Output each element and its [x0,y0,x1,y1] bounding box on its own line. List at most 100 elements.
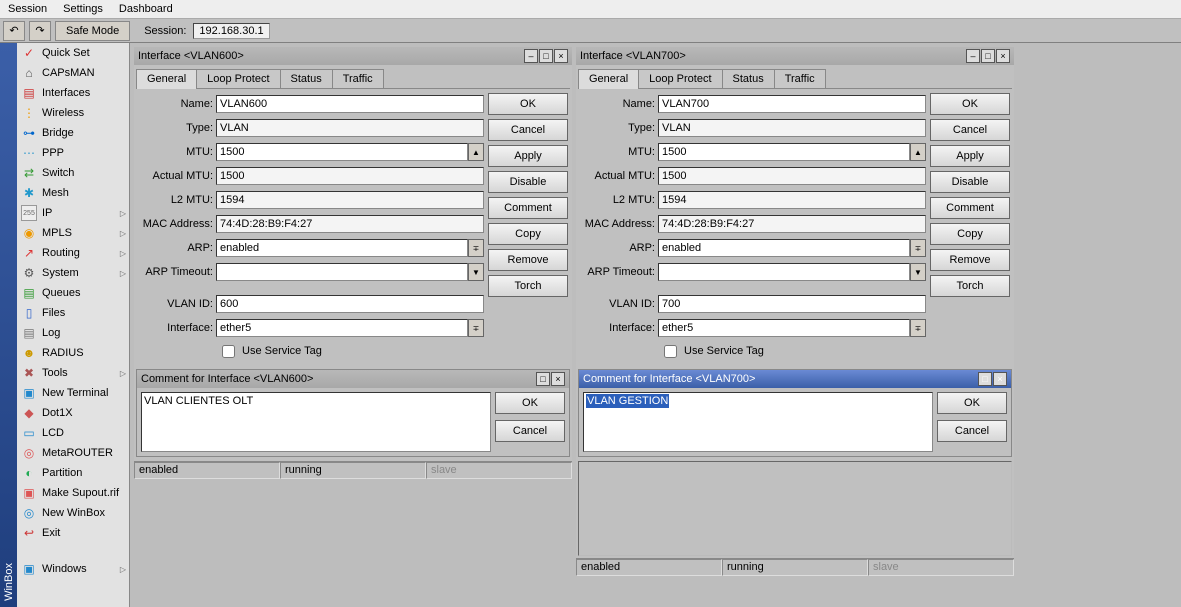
safe-mode-button[interactable]: Safe Mode [55,21,130,41]
sidebar-item-ppp[interactable]: ⋯PPP [17,143,129,163]
sidebar-item-log[interactable]: ▤Log [17,323,129,343]
close-icon[interactable]: × [551,372,565,386]
field-input[interactable] [658,95,926,113]
comment-cancel-button[interactable]: Cancel [495,420,565,442]
menu-dashboard[interactable]: Dashboard [111,1,181,17]
field-input[interactable] [658,263,910,281]
maximize-icon[interactable]: □ [978,372,992,386]
apply-button[interactable]: Apply [930,145,1010,167]
comment-button[interactable]: Comment [930,197,1010,219]
field-input[interactable] [658,295,926,313]
ok-button[interactable]: OK [488,93,568,115]
tab-loop-protect[interactable]: Loop Protect [196,69,280,88]
sidebar-item-bridge[interactable]: ⊶Bridge [17,123,129,143]
sidebar-item-ip[interactable]: 255IP▷ [17,203,129,223]
tab-loop-protect[interactable]: Loop Protect [638,69,722,88]
sidebar-item-exit[interactable]: ↩Exit [17,523,129,543]
sidebar-item-mesh[interactable]: ✱Mesh [17,183,129,203]
sidebar-item-make-supout-rif[interactable]: ▣Make Supout.rif [17,483,129,503]
title-bar[interactable]: Interface <VLAN600> – □ × [134,47,572,65]
cancel-button[interactable]: Cancel [488,119,568,141]
dropdown-icon[interactable]: ▲ [910,143,926,161]
dropdown-icon[interactable]: ∓ [468,239,484,257]
sidebar-item-new-terminal[interactable]: ▣New Terminal [17,383,129,403]
maximize-icon[interactable]: □ [539,49,553,63]
close-icon[interactable]: × [996,49,1010,63]
tab-traffic[interactable]: Traffic [332,69,384,88]
sidebar-item-quick-set[interactable]: ✓Quick Set [17,43,129,63]
sidebar-item-switch[interactable]: ⇄Switch [17,163,129,183]
close-icon[interactable]: × [554,49,568,63]
sidebar-item-routing[interactable]: ↗Routing▷ [17,243,129,263]
title-bar[interactable]: Interface <VLAN700> – □ × [576,47,1014,65]
sidebar-item-windows[interactable]: ▣Windows▷ [17,559,129,579]
comment-cancel-button[interactable]: Cancel [937,420,1007,442]
comment-title-bar[interactable]: Comment for Interface <VLAN600> □ × [137,370,569,388]
sidebar-item-capsman[interactable]: ⌂CAPsMAN [17,63,129,83]
field-input[interactable] [658,143,910,161]
tab-general[interactable]: General [136,69,197,89]
maximize-icon[interactable]: □ [536,372,550,386]
sidebar-item-mpls[interactable]: ◉MPLS▷ [17,223,129,243]
tab-status[interactable]: Status [280,69,333,88]
apply-button[interactable]: Apply [488,145,568,167]
comment-ok-button[interactable]: OK [495,392,565,414]
comment-ok-button[interactable]: OK [937,392,1007,414]
field-input [216,215,484,233]
disable-button[interactable]: Disable [930,171,1010,193]
minimize-icon[interactable]: – [524,49,538,63]
sidebar-item-metarouter[interactable]: ◎MetaROUTER [17,443,129,463]
sidebar-item-partition[interactable]: ◐Partition [17,463,129,483]
tab-status[interactable]: Status [722,69,775,88]
minimize-icon[interactable]: – [966,49,980,63]
menu-settings[interactable]: Settings [55,1,111,17]
torch-button[interactable]: Torch [930,275,1010,297]
sidebar-item-wireless[interactable]: ⋮Wireless [17,103,129,123]
tab-traffic[interactable]: Traffic [774,69,826,88]
disable-button[interactable]: Disable [488,171,568,193]
torch-button[interactable]: Torch [488,275,568,297]
ok-button[interactable]: OK [930,93,1010,115]
cancel-button[interactable]: Cancel [930,119,1010,141]
field-input[interactable] [216,263,468,281]
menu-session[interactable]: Session [0,1,55,17]
field-input[interactable] [216,295,484,313]
field-input[interactable] [216,319,468,337]
sidebar-item-new-winbox[interactable]: ◎New WinBox [17,503,129,523]
comment-textarea[interactable] [141,392,491,452]
sidebar-item-dot1x[interactable]: ◆Dot1X [17,403,129,423]
sidebar-item-files[interactable]: ▯Files [17,303,129,323]
dropdown-icon[interactable]: ▲ [468,143,484,161]
field-input[interactable] [216,143,468,161]
sidebar-item-radius[interactable]: ☻RADIUS [17,343,129,363]
tab-general[interactable]: General [578,69,639,89]
field-input[interactable] [216,95,484,113]
remove-button[interactable]: Remove [930,249,1010,271]
dropdown-icon[interactable]: ▼ [468,263,484,281]
use-service-tag-checkbox[interactable] [664,345,677,358]
field-input[interactable] [216,239,468,257]
copy-button[interactable]: Copy [488,223,568,245]
field-input[interactable] [658,319,910,337]
sidebar-item-system[interactable]: ⚙System▷ [17,263,129,283]
field-input[interactable] [658,239,910,257]
comment-title-bar[interactable]: Comment for Interface <VLAN700> □ × [579,370,1011,388]
dropdown-icon[interactable]: ∓ [910,319,926,337]
sidebar-item-lcd[interactable]: ▭LCD [17,423,129,443]
submenu-indicator-icon: ▷ [120,229,126,238]
comment-button[interactable]: Comment [488,197,568,219]
sidebar-item-tools[interactable]: ✖Tools▷ [17,363,129,383]
sidebar-item-queues[interactable]: ▤Queues [17,283,129,303]
copy-button[interactable]: Copy [930,223,1010,245]
dropdown-icon[interactable]: ▼ [910,263,926,281]
redo-button[interactable]: ↷ [29,21,51,41]
dropdown-icon[interactable]: ∓ [468,319,484,337]
undo-button[interactable]: ↶ [3,21,25,41]
sidebar-item-interfaces[interactable]: ▤Interfaces [17,83,129,103]
use-service-tag-checkbox[interactable] [222,345,235,358]
dropdown-icon[interactable]: ∓ [910,239,926,257]
remove-button[interactable]: Remove [488,249,568,271]
comment-textarea[interactable]: VLAN GESTION [583,392,933,452]
close-icon[interactable]: × [993,372,1007,386]
maximize-icon[interactable]: □ [981,49,995,63]
